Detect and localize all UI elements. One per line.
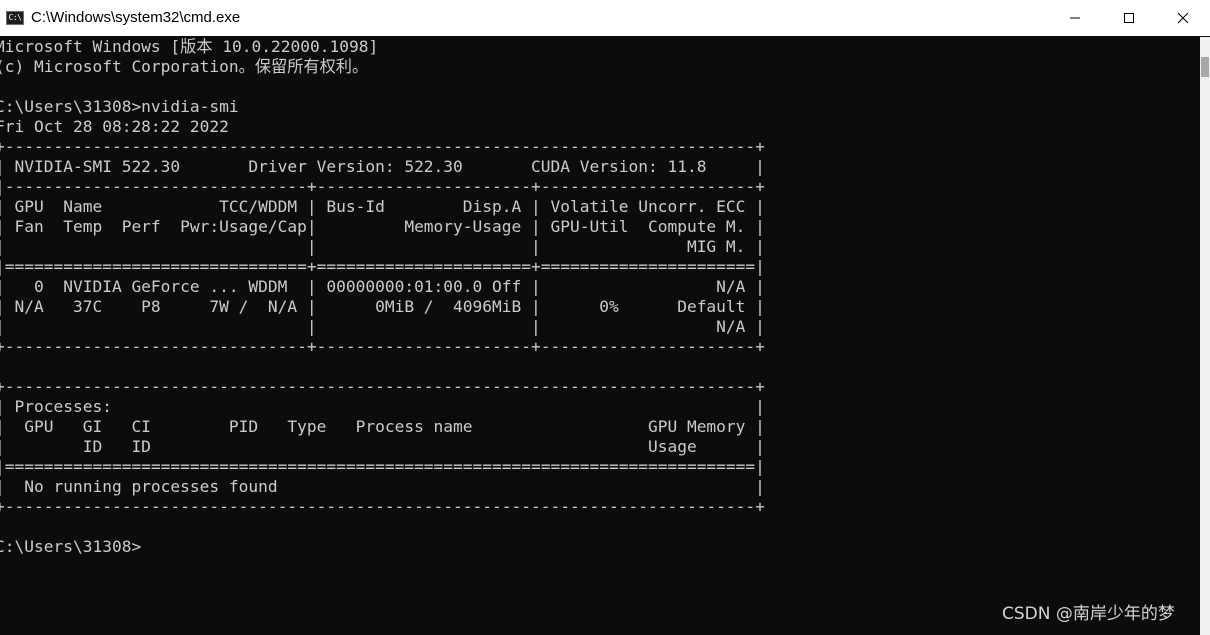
console-line: +---------------------------------------… (0, 497, 765, 516)
title-bar[interactable]: C:\ C:\Windows\system32\cmd.exe (0, 0, 1210, 36)
console-line: | NVIDIA-SMI 522.30 Driver Version: 522.… (0, 157, 765, 176)
close-icon (1177, 12, 1189, 24)
console-line: | GPU GI CI PID Type Process name GPU Me… (0, 417, 765, 436)
console-line: | | | N/A | (0, 317, 765, 336)
console-line: C:\Users\31308> (0, 537, 142, 556)
console-line: |===============================+=======… (0, 257, 765, 276)
cmd-console-icon[interactable]: C:\ (6, 11, 24, 25)
console-line: (c) Microsoft Corporation。保留所有权利。 (0, 57, 369, 76)
console-line: +-------------------------------+-------… (0, 337, 765, 356)
minimize-button[interactable] (1048, 0, 1102, 36)
console-line: | No running processes found | (0, 477, 765, 496)
close-button[interactable] (1156, 0, 1210, 36)
window-title: C:\Windows\system32\cmd.exe (31, 9, 241, 26)
minimize-icon (1070, 17, 1080, 19)
vertical-scrollbar[interactable] (1200, 37, 1210, 635)
watermark: CSDN @南岸少年的梦 (1002, 604, 1175, 624)
console-text: Microsoft Windows [版本 10.0.22000.1098] (c… (0, 37, 765, 557)
console-line: | 0 NVIDIA GeForce ... WDDM | 00000000:0… (0, 277, 765, 296)
console-line: | GPU Name TCC/WDDM | Bus-Id Disp.A | Vo… (0, 197, 765, 216)
console-output-area[interactable]: Microsoft Windows [版本 10.0.22000.1098] (c… (0, 37, 1200, 635)
console-line: |=======================================… (0, 457, 765, 476)
console-line: | ID ID Usage | (0, 437, 765, 456)
maximize-button[interactable] (1102, 0, 1156, 36)
maximize-icon (1124, 13, 1134, 23)
console-line: | Processes: | (0, 397, 765, 416)
console-line: | N/A 37C P8 7W / N/A | 0MiB / 4096MiB |… (0, 297, 765, 316)
console-line: | Fan Temp Perf Pwr:Usage/Cap| Memory-Us… (0, 217, 765, 236)
console-line: Fri Oct 28 08:28:22 2022 (0, 117, 229, 136)
console-line: +---------------------------------------… (0, 137, 765, 156)
console-line: |-------------------------------+-------… (0, 177, 765, 196)
console-line: +---------------------------------------… (0, 377, 765, 396)
console-line: C:\Users\31308>nvidia-smi (0, 97, 239, 116)
scrollbar-thumb[interactable] (1201, 57, 1209, 77)
console-line: Microsoft Windows [版本 10.0.22000.1098] (0, 37, 379, 56)
console-line: | | | MIG M. | (0, 237, 765, 256)
